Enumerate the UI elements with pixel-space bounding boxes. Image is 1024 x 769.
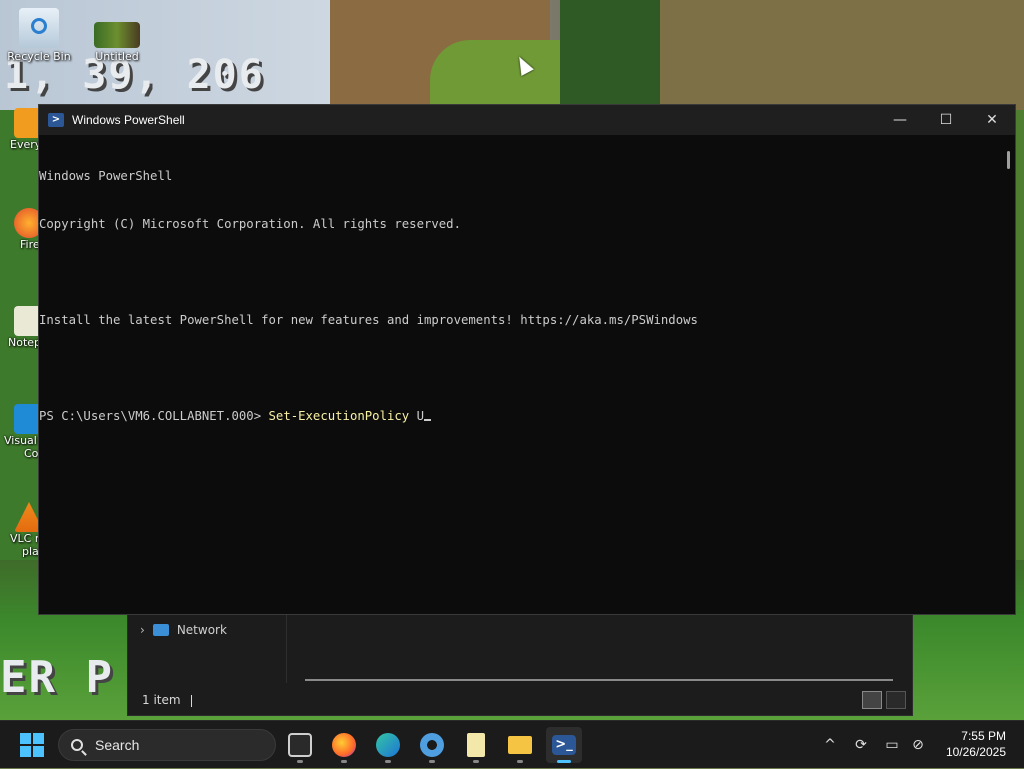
search-input[interactable] (93, 736, 247, 754)
desktop-icon-label: Untitled (95, 50, 139, 63)
scrollbar-thumb[interactable] (1007, 151, 1010, 169)
nav-item-label: Network (176, 623, 227, 637)
desktop-icon-everything[interactable]: Every (0, 108, 40, 151)
console-line: Install the latest PowerShell for new fe… (39, 313, 698, 327)
show-hidden-icons-chevron[interactable]: ^ (820, 735, 840, 755)
horizontal-scrollbar[interactable] (305, 679, 893, 681)
tiles-view-button[interactable] (886, 691, 906, 709)
console-prompt-line[interactable]: PS C:\Users\VM6.COLLABNET.000> Set-Execu… (39, 408, 1001, 424)
explorer-status-bar: 1 item (142, 693, 192, 707)
explorer-nav-pane: › Network (128, 613, 287, 683)
taskbar-app-task-view[interactable] (282, 727, 318, 763)
console-output[interactable]: Windows PowerShell Copyright (C) Microso… (39, 135, 1001, 614)
file-explorer-window[interactable]: › Network 1 item (127, 612, 913, 716)
file-explorer-icon (508, 736, 532, 754)
notepad-icon (467, 733, 485, 757)
details-view-button[interactable] (862, 691, 882, 709)
desktop-icon-recycle-bin[interactable]: Recycle Bin (4, 8, 74, 63)
task-view-icon (288, 733, 312, 757)
console-line: Copyright (C) Microsoft Corporation. All… (39, 217, 461, 231)
console-line: Windows PowerShell (39, 169, 173, 183)
taskbar-app-firefox[interactable] (326, 727, 362, 763)
text-cursor (424, 419, 431, 421)
settings-icon (420, 733, 444, 757)
taskbar-app-edge[interactable] (370, 727, 406, 763)
wallpaper-right-strip (1016, 110, 1024, 570)
taskbar-app-file-explorer[interactable] (502, 727, 538, 763)
chevron-right-icon[interactable]: › (140, 623, 145, 637)
view-toggle (862, 691, 906, 709)
network-status-icon[interactable]: ⊘ (908, 735, 928, 755)
window-controls: — ☐ ✕ (877, 105, 1015, 135)
everything-icon (14, 108, 40, 138)
taskbar-app-settings[interactable] (414, 727, 450, 763)
desktop-icon-label: Recycle Bin (7, 50, 71, 63)
desktop-icon-untitled[interactable]: Untitled (82, 8, 152, 63)
window-title: Windows PowerShell (72, 113, 185, 127)
edge-icon (376, 733, 400, 757)
taskbar-app-notepad[interactable] (458, 727, 494, 763)
start-button[interactable] (20, 733, 44, 757)
image-file-icon (94, 22, 140, 48)
taskbar: >_ ^ ⟳ ▭ ⊘ 7:55 PM 10/26/2025 (0, 720, 1024, 768)
powershell-icon: >_ (552, 735, 576, 755)
desktop-icon-firefox[interactable]: Fire (0, 208, 40, 251)
vlc-icon (14, 502, 40, 532)
wallpaper-tree (560, 0, 670, 110)
desktop-icon-vlc[interactable]: VLC r pla (0, 502, 40, 558)
network-icon (152, 624, 169, 636)
command-text: Set-ExecutionPolicy (268, 409, 410, 423)
minimize-button[interactable]: — (877, 105, 923, 135)
item-count: 1 item (142, 693, 181, 707)
firefox-icon (332, 733, 356, 757)
nav-item-network[interactable]: › Network (140, 623, 227, 637)
windows-logo-icon (20, 733, 31, 744)
taskbar-clock[interactable]: 7:55 PM 10/26/2025 (946, 728, 1006, 760)
desktop-icon-visual-studio-code[interactable]: Visual Co (0, 404, 40, 460)
prompt-text: PS C:\Users\VM6.COLLABNET.000> (39, 409, 269, 423)
clock-date: 10/26/2025 (945, 745, 1006, 759)
status-separator (190, 694, 192, 707)
notepad-icon (14, 306, 40, 336)
vscode-icon (14, 404, 40, 434)
desktop-icon-notepad[interactable]: Notep (0, 306, 40, 349)
vertical-scrollbar[interactable] (1001, 135, 1015, 614)
wallpaper-wall (660, 0, 1024, 110)
maximize-button[interactable]: ☐ (923, 105, 969, 135)
powershell-titlebar[interactable]: > Windows PowerShell — ☐ ✕ (39, 105, 1015, 135)
display-icon[interactable]: ▭ (882, 735, 902, 755)
taskbar-app-powershell[interactable]: >_ (546, 727, 582, 763)
argument-text: U (409, 409, 424, 423)
sync-icon[interactable]: ⟳ (851, 735, 871, 755)
powershell-window[interactable]: > Windows PowerShell — ☐ ✕ Windows Power… (38, 104, 1016, 615)
powershell-icon: > (48, 113, 64, 127)
close-button[interactable]: ✕ (969, 105, 1015, 135)
search-icon (71, 739, 83, 751)
recycle-bin-icon (19, 8, 59, 48)
firefox-icon (14, 208, 40, 238)
clock-time: 7:55 PM (961, 729, 1006, 743)
taskbar-search[interactable] (58, 729, 276, 761)
wallpaper-text-bottom: ER P (0, 652, 114, 703)
